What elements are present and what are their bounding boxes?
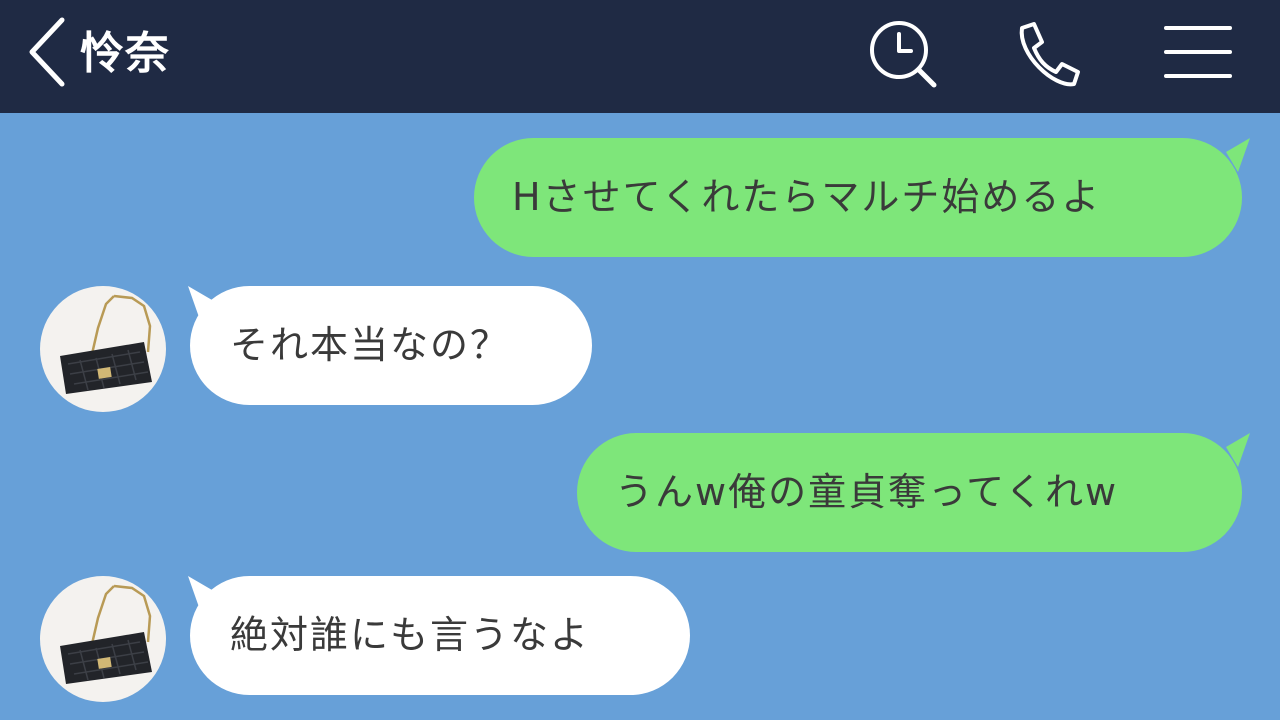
chat-title: 怜奈: [80, 28, 170, 79]
menu-icon: [1164, 26, 1232, 78]
search-button[interactable]: [866, 20, 940, 90]
handbag-avatar-icon: [60, 584, 152, 684]
message-text: Hさせてくれたらマルチ始めるよ: [512, 175, 1102, 219]
message-text: うんw俺の童貞奪ってくれw: [615, 470, 1119, 514]
menu-button[interactable]: [1164, 24, 1232, 82]
back-button[interactable]: [20, 14, 76, 90]
message-bubble[interactable]: Hさせてくれたらマルチ始めるよ: [474, 138, 1242, 257]
chat-header: 怜奈: [0, 0, 1280, 113]
bubble-tail: [1226, 138, 1250, 172]
bubble-tail: [188, 286, 212, 320]
back-chevron-icon: [29, 17, 65, 87]
message-text: 絶対誰にも言うなよ: [230, 613, 591, 657]
search-clock-icon: [870, 21, 937, 88]
message-bubble[interactable]: 絶対誰にも言うなよ: [190, 576, 690, 695]
message-list[interactable]: Hさせてくれたらマルチ始めるよ それ本当なの？ うんw俺の童貞奪ってくれw 絶対…: [0, 113, 1280, 720]
contact-avatar[interactable]: [40, 576, 166, 702]
contact-avatar[interactable]: [40, 286, 166, 412]
handbag-avatar-icon: [60, 294, 152, 394]
bubble-tail: [188, 576, 212, 610]
call-button[interactable]: [1012, 20, 1082, 90]
message-bubble[interactable]: うんw俺の童貞奪ってくれw: [577, 433, 1242, 552]
message-bubble[interactable]: それ本当なの？: [190, 286, 592, 405]
message-text: それ本当なの？: [230, 323, 511, 367]
chat-screen: 怜奈 Hさせてくれたらマルチ始めるよ それ本当なの？ うんw俺の童貞奪ってくれw…: [0, 0, 1280, 720]
bubble-tail: [1226, 433, 1250, 467]
phone-icon: [1019, 22, 1080, 87]
